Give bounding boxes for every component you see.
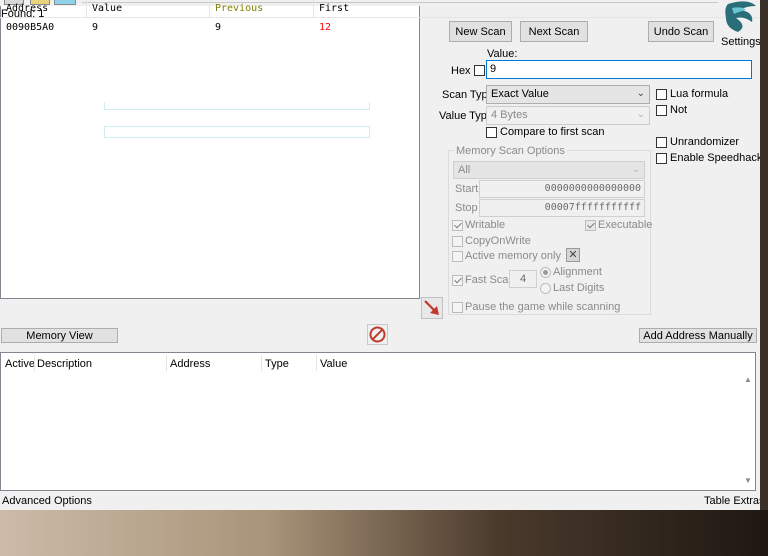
arrow-down-right-icon <box>424 300 439 315</box>
result-value: 9 <box>92 22 99 33</box>
value-label: Value: <box>487 48 518 60</box>
pause-game-checkbox[interactable] <box>452 302 463 313</box>
value-type-label: Value Type <box>439 110 494 122</box>
result-first: 12 <box>319 22 332 33</box>
col-address[interactable]: Address <box>170 358 210 370</box>
next-scan-button[interactable]: Next Scan <box>520 21 588 42</box>
value-type-value: 4 Bytes <box>491 109 528 121</box>
col-value[interactable]: Value <box>92 3 122 14</box>
result-row[interactable]: 0090B5A0 9 9 12 <box>0 20 768 36</box>
table-extras-link[interactable]: Table Extras <box>704 495 765 507</box>
not-checkbox[interactable] <box>656 105 667 116</box>
last-digits-radio[interactable] <box>540 283 551 294</box>
writable-label: Writable <box>465 219 506 231</box>
fast-scan-checkbox[interactable] <box>452 275 463 286</box>
new-scan-button[interactable]: New Scan <box>449 21 512 42</box>
ghost-artifact <box>104 126 370 138</box>
chevron-down-icon: ⌄ <box>636 109 645 120</box>
settings-label[interactable]: Settings <box>721 36 761 48</box>
scan-value-input[interactable]: 9 <box>486 60 752 79</box>
pause-game-label: Pause the game while scanning <box>465 301 621 313</box>
add-address-manually-button[interactable]: Add Address Manually <box>639 328 757 343</box>
col-previous[interactable]: Previous <box>215 3 263 14</box>
not-label: Not <box>670 104 688 116</box>
cheat-table-address-list[interactable]: Active Description Address Type Value ▲ … <box>0 352 756 491</box>
ghost-artifact <box>104 102 370 110</box>
unrandomizer-label: Unrandomizer <box>670 136 740 148</box>
memory-view-button[interactable]: Memory View <box>1 328 118 343</box>
col-description[interactable]: Description <box>37 358 92 370</box>
hex-checkbox[interactable] <box>474 65 485 76</box>
background-game-window <box>0 510 768 556</box>
cheat-engine-logo-icon[interactable] <box>718 0 760 34</box>
writable-checkbox[interactable] <box>452 220 463 231</box>
lua-formula-checkbox[interactable] <box>656 89 667 100</box>
hex-label: Hex <box>451 65 471 77</box>
active-memory-label: Active memory only <box>465 250 561 262</box>
memory-region-value: All <box>458 164 471 176</box>
undo-scan-button[interactable]: Undo Scan <box>648 21 714 42</box>
alignment-radio[interactable] <box>540 267 551 278</box>
unrandomizer-checkbox[interactable] <box>656 137 667 148</box>
col-value[interactable]: Value <box>320 358 347 370</box>
scroll-up-icon[interactable]: ▲ <box>744 375 752 384</box>
scroll-down-icon[interactable]: ▼ <box>744 476 752 485</box>
background-window <box>760 0 768 510</box>
executable-label: Executable <box>598 219 653 231</box>
col-type[interactable]: Type <box>265 358 289 370</box>
start-label: Start <box>455 183 479 195</box>
status-bar <box>0 492 760 510</box>
chevron-down-icon: ⌄ <box>636 88 645 99</box>
alignment-label: Alignment <box>553 266 602 278</box>
memory-scan-options-title: Memory Scan Options <box>454 145 567 157</box>
active-memory-checkbox[interactable] <box>452 251 463 262</box>
compare-first-label: Compare to first scan <box>500 126 605 138</box>
fast-scan-label: Fast Scan <box>465 274 515 286</box>
copyonwrite-checkbox[interactable] <box>452 236 463 247</box>
result-previous: 9 <box>215 22 222 33</box>
clear-list-button[interactable] <box>367 324 388 345</box>
results-header: Address Value Previous First <box>0 0 768 18</box>
stop-label: Stop <box>455 202 478 214</box>
close-icon[interactable]: ✕ <box>566 248 580 262</box>
fast-scan-alignment-input[interactable]: 4 <box>509 270 537 288</box>
memory-region-select[interactable]: All ⌄ <box>453 161 645 179</box>
scan-type-select[interactable]: Exact Value ⌄ <box>486 85 650 104</box>
copyonwrite-label: CopyOnWrite <box>465 235 531 247</box>
compare-first-checkbox[interactable] <box>486 127 497 138</box>
speedhack-checkbox[interactable] <box>656 153 667 164</box>
no-entry-icon <box>369 326 386 343</box>
col-first[interactable]: First <box>319 3 349 14</box>
speedhack-label: Enable Speedhack <box>670 152 763 164</box>
chevron-down-icon: ⌄ <box>631 164 640 175</box>
value-type-select[interactable]: 4 Bytes ⌄ <box>486 106 650 125</box>
col-active[interactable]: Active <box>5 358 35 370</box>
stop-address-input[interactable]: 00007fffffffffff <box>479 199 645 217</box>
executable-checkbox[interactable] <box>585 220 596 231</box>
advanced-options-link[interactable]: Advanced Options <box>2 495 92 507</box>
result-address: 0090B5A0 <box>6 22 55 33</box>
col-address[interactable]: Address <box>6 3 48 14</box>
add-to-list-arrow-button[interactable] <box>421 297 443 319</box>
last-digits-label: Last Digits <box>553 282 605 294</box>
scan-type-value: Exact Value <box>491 88 549 100</box>
scan-results-list[interactable]: Address Value Previous First 0090B5A0 9 … <box>0 0 768 299</box>
start-address-input[interactable]: 0000000000000000 <box>479 180 645 198</box>
lua-formula-label: Lua formula <box>670 88 729 100</box>
